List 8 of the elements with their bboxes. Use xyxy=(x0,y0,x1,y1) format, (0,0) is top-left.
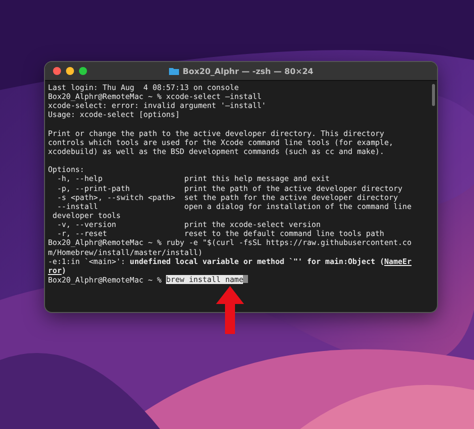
window-title: Box20_Alphr — -zsh — 80×24 xyxy=(182,66,314,76)
zoom-button[interactable] xyxy=(79,67,87,75)
folder-icon xyxy=(168,67,179,75)
cursor xyxy=(243,274,248,284)
scrollbar-thumb[interactable] xyxy=(432,84,435,106)
arrow-icon xyxy=(216,286,244,334)
minimize-button[interactable] xyxy=(66,67,74,75)
close-button[interactable] xyxy=(53,67,61,75)
